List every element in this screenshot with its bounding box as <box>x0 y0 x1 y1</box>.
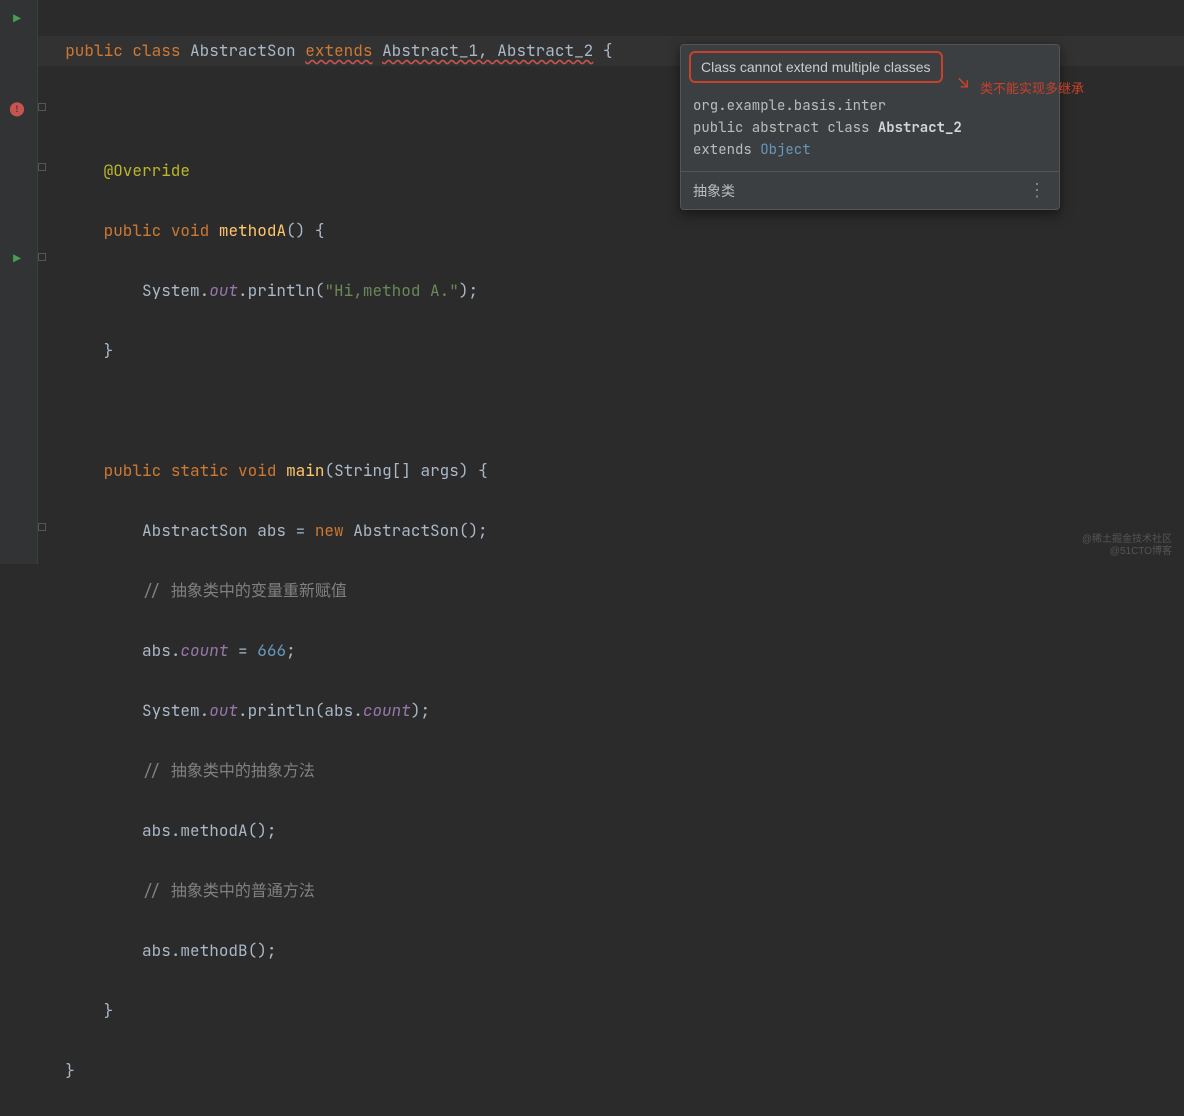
object-link[interactable]: Object <box>760 141 810 159</box>
code-line: } <box>46 996 1184 1026</box>
code-line: public void methodA() { <box>46 216 1184 246</box>
fold-marker[interactable] <box>38 103 46 111</box>
error-icon[interactable]: ⬤! <box>8 100 26 118</box>
code-line: abs.count = 666; <box>46 636 1184 666</box>
error-span: Abstract_1, Abstract_2 <box>382 40 593 61</box>
run-main-icon[interactable]: ▶ <box>8 249 26 267</box>
gutter: ▶ ⬤! ▶ <box>0 0 38 564</box>
tooltip-footer-label: 抽象类 <box>693 181 735 201</box>
fold-marker[interactable] <box>38 523 46 531</box>
code-line: System.out.println(abs.count); <box>46 696 1184 726</box>
code-line: System.out.println("Hi,method A."); <box>46 276 1184 306</box>
code-line: abs.methodB(); <box>46 936 1184 966</box>
annotation-label: 类不能实现多继承 <box>980 78 1084 97</box>
code-line: // 抽象类中的普通方法 <box>46 876 1184 906</box>
error-tooltip: Class cannot extend multiple classes org… <box>680 44 1060 210</box>
code-line: } <box>46 1056 1184 1086</box>
code-line: // 抽象类中的抽象方法 <box>46 756 1184 786</box>
tooltip-title: Class cannot extend multiple classes <box>689 51 943 83</box>
fold-marker[interactable] <box>38 253 46 261</box>
more-actions-icon[interactable]: ⋮ <box>1028 180 1047 201</box>
code-line: abs.methodA(); <box>46 816 1184 846</box>
error-keyword: extends <box>305 40 372 61</box>
fold-column <box>38 0 46 564</box>
tooltip-declaration: org.example.basis.inter public abstract … <box>681 87 1059 171</box>
code-line: AbstractSon abs = new AbstractSon(); <box>46 516 1184 546</box>
code-line: } <box>46 336 1184 366</box>
code-line: // 抽象类中的变量重新赋值 <box>46 576 1184 606</box>
code-line: public static void main(String[] args) { <box>46 456 1184 486</box>
run-class-icon[interactable]: ▶ <box>8 9 26 27</box>
annotation-arrow-icon: ↘ <box>958 72 969 95</box>
fold-marker[interactable] <box>38 163 46 171</box>
